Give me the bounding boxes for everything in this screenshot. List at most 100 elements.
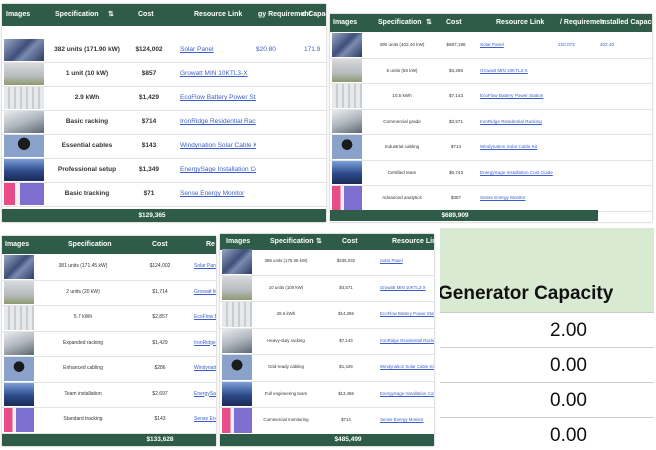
resource-link[interactable]: EnergySage Installation Cost Guide (180, 158, 256, 182)
table-row[interactable]: Team installation $2,697 EnergySage Instal… (2, 382, 216, 408)
resource-link[interactable]: IronRidge Residential (194, 331, 216, 357)
table-row[interactable]: Grid-ready cabling $1,429 Windynation Sola… (220, 354, 434, 382)
cost-cell: $13,486 (338, 390, 354, 396)
resource-link[interactable]: Windynation Solar Cable Kit (380, 354, 434, 381)
col-resource-link[interactable]: Re (206, 236, 215, 254)
resource-link[interactable]: Windynation Solar Cable Kit (480, 134, 556, 160)
resource-link[interactable]: IronRidge Residential Racking (380, 328, 434, 355)
table-row[interactable]: Certified team $6,743 EnergySage Installat… (330, 160, 652, 186)
table-row[interactable]: 389 units (175.05 kW) $435,032 Solar Panel (220, 248, 434, 276)
solar-panel-image (332, 33, 362, 57)
table-row[interactable]: Basic racking $714 IronRidge Residential R… (2, 110, 326, 135)
generator-capacity-title: Generator Capacity (440, 283, 614, 304)
table-row[interactable]: 382 units (171.90 kW) $124,002 Solar Panel… (2, 38, 326, 63)
resource-link[interactable]: Solar Panel (380, 248, 434, 275)
table-row[interactable]: Essential cables $143 Windynation Solar Ca… (2, 134, 326, 159)
col-resource-link[interactable]: Resource Link (496, 14, 544, 32)
col-capacity[interactable]: d Capaci (302, 4, 326, 26)
setup-image (222, 381, 252, 406)
table-row[interactable]: Professional setup $1,349 EnergySage Insta… (2, 158, 326, 183)
generator-value-row[interactable]: 0.00 (440, 418, 654, 450)
table-row[interactable]: 2 units (20 kW) $1,714 Growatt MIN 10KTL3-… (2, 280, 216, 306)
setup-image (4, 382, 34, 406)
resource-link[interactable]: Growatt MIN 10KTL3-X (180, 62, 256, 86)
resource-link[interactable]: Sense Energy Monitor (480, 185, 556, 211)
spec-cell: 10 units (100 kW) (268, 284, 304, 290)
generator-value-row[interactable]: 0.00 (440, 348, 654, 383)
table-row[interactable]: 5 units (50 kW) $4,285 Growatt MIN 10KTL3-… (330, 58, 652, 84)
spec-cell: Team installation (64, 390, 102, 397)
table-row[interactable]: Expanded racking $1,429 IronRidge Resident… (2, 331, 216, 357)
col-spec[interactable]: Specification (55, 4, 99, 26)
total-cost: $689,909 (441, 212, 469, 219)
table-row[interactable]: 28.6 kWh $14,286 EcoFlow Battery Power Sta… (220, 301, 434, 329)
cost-cell: $7,143 (448, 93, 464, 98)
table-row[interactable]: 2.9 kWh $1,429 EcoFlow Battery Power Stati… (2, 86, 326, 111)
col-images[interactable]: Images (6, 4, 30, 26)
resource-link[interactable]: Solar Panel (480, 32, 556, 58)
col-cost[interactable]: Cost (446, 14, 462, 32)
col-energy-requirement[interactable]: / Requiremen (560, 14, 604, 32)
battery-image (332, 84, 362, 108)
spec-cell: Basic tracking (64, 190, 110, 197)
table-row[interactable]: 10 units (100 kW) $4,571 Growatt MIN 10KTL… (220, 275, 434, 302)
col-spec[interactable]: Specification (68, 236, 112, 254)
resource-link[interactable]: Sense Energy Monitor (180, 182, 256, 206)
generator-value-row[interactable]: 0.00 (440, 383, 654, 418)
total-cost: $129,365 (138, 212, 166, 219)
table-row[interactable]: 381 units (171.45 kW) $124,002 Solar Panel (2, 254, 216, 281)
resource-link[interactable]: Growatt MIN 10KTL3-X (480, 58, 556, 84)
resource-link[interactable]: IronRidge Residential Racking (180, 110, 256, 134)
resource-link[interactable]: Windynation Solar Cable Kit (180, 134, 256, 158)
table-row[interactable]: 5.7 kWh $2,857 EcoFlow Battery (2, 305, 216, 332)
table-row[interactable]: Basic tracking $71 Sense Energy Monitor (2, 182, 326, 207)
table-row[interactable]: Commercial monitoring $714 Sense Energy Mo… (220, 407, 434, 435)
table-row[interactable]: Advanced analytics $357 Sense Energy Monit… (330, 185, 652, 212)
table-row[interactable]: Heavy-duty racking $7,143 IronRidge Reside… (220, 328, 434, 355)
resource-link[interactable]: IronRidge Residential Racking (480, 109, 556, 135)
col-images[interactable]: Images (333, 14, 357, 32)
generator-value-row[interactable]: 2.00 (440, 313, 654, 348)
racking-image (4, 111, 44, 133)
resource-link[interactable]: Solar Panel (194, 254, 216, 280)
table-row[interactable]: Enhanced cabling $286 Windynation (2, 356, 216, 383)
generator-value: 0.00 (550, 355, 587, 376)
resource-link[interactable]: Windynation (194, 356, 216, 382)
spec-cell: Enhanced cabling (63, 365, 103, 371)
resource-link[interactable]: EcoFlow Battery Power Station (180, 86, 256, 110)
col-images[interactable]: Images (5, 236, 29, 254)
table-row[interactable]: Industrial cabling $714 Windynation Solar … (330, 134, 652, 161)
resource-link[interactable]: Sense Energy Monitor (380, 407, 434, 434)
resource-link[interactable]: Sense Energy (194, 407, 216, 433)
cost-cell: $1,349 (139, 166, 159, 173)
resource-link[interactable]: EnergySage Installation Cost Guide (480, 160, 556, 186)
generator-capacity-header[interactable]: Generator Capacity (440, 228, 654, 313)
table-row[interactable]: 10.5 kWh $7,143 EcoFlow Battery Power Stat… (330, 83, 652, 110)
table-row[interactable]: 390 units (402.40 kW) $687,196 Solar Panel… (330, 32, 652, 59)
sort-icon[interactable]: ⇅ (108, 4, 114, 26)
resource-link[interactable]: EnergySage Installation Cost (380, 381, 434, 408)
resource-link[interactable]: Growatt MIN 10KTL3-X (194, 280, 216, 306)
col-resource-link[interactable]: Resource Link (194, 4, 242, 26)
col-installed-capacity[interactable]: Installed Capacity (600, 14, 652, 32)
table-row[interactable]: 1 unit (10 kW) $857 Growatt MIN 10KTL3-X (2, 62, 326, 87)
table-row[interactable]: Full engineering team $13,486 EnergySage I… (220, 381, 434, 408)
resource-link[interactable]: EcoFlow Battery Power Station (480, 83, 556, 109)
resource-link[interactable]: Solar Panel (180, 38, 256, 62)
cables-image (4, 135, 44, 157)
resource-link[interactable]: Growatt MIN 10KTL3-X (380, 275, 434, 302)
col-cost[interactable]: Cost (138, 4, 154, 26)
table-row[interactable]: Commercial grade $3,571 IronRidge Resident… (330, 109, 652, 135)
col-cost[interactable]: Cost (152, 236, 168, 254)
spec-cell: Commercial grade (383, 118, 421, 124)
col-spec[interactable]: Specification (378, 14, 422, 32)
cost-cell: $1,714 (152, 288, 168, 295)
resource-link[interactable]: EcoFlow Battery Power Station (380, 301, 434, 328)
table-row[interactable]: Standard tracking $143 Sense Energy (2, 407, 216, 434)
resource-link[interactable]: EnergySage Installation (194, 382, 216, 408)
cost-cell: $714 (450, 144, 462, 149)
sort-icon[interactable]: ⇅ (426, 14, 432, 32)
inverter-image (222, 275, 252, 300)
spec-cell: Heavy-duty racking (267, 337, 305, 343)
resource-link[interactable]: EcoFlow Battery (194, 305, 216, 331)
